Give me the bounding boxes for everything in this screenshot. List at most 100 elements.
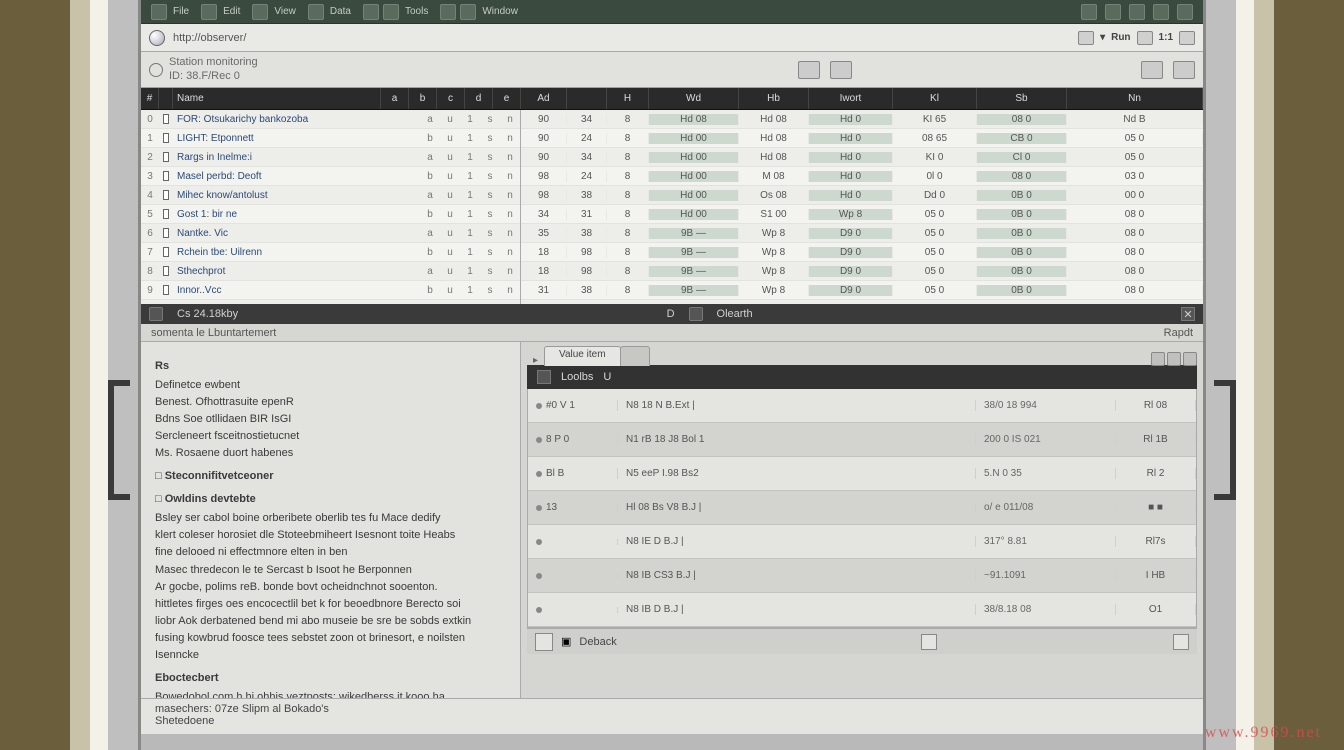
table-row[interactable]: 10selot Soosau1sn <box>141 300 520 304</box>
url-text[interactable]: http://observer/ <box>173 32 1070 44</box>
sep-icon[interactable] <box>149 307 163 321</box>
tray-icon[interactable] <box>1081 4 1097 20</box>
tray-icon[interactable] <box>1153 4 1169 20</box>
table-row[interactable]: 3Masel perbd: Deoftbu1sn <box>141 167 520 186</box>
tray-icon[interactable] <box>1129 4 1145 20</box>
col-wd[interactable]: Wd <box>649 88 739 109</box>
col-chk[interactable] <box>159 88 173 109</box>
col-d[interactable]: d <box>465 88 493 109</box>
table-row[interactable]: 34318Hd 00S1 00Wp 805 00B 008 0 <box>521 205 1203 224</box>
table-row[interactable]: 0FOR: Otsukarichy bankozobaau1sn <box>141 110 520 129</box>
table-row[interactable]: 4Mihec know/antolustau1sn <box>141 186 520 205</box>
edit-icon[interactable] <box>535 633 553 651</box>
row-checkbox[interactable] <box>159 266 173 276</box>
menu-view[interactable]: View <box>274 6 296 17</box>
col-iwort[interactable]: Iwort <box>809 88 893 109</box>
table-row[interactable]: 189889B —Wp 8D9 005 00B 008 0 <box>521 262 1203 281</box>
tray-icon[interactable] <box>1177 4 1193 20</box>
menubar-icon[interactable] <box>151 4 167 20</box>
toolbar-icon[interactable] <box>798 61 820 79</box>
tab-values[interactable]: Value item <box>544 346 621 366</box>
info-checkbox[interactable]: □ Steconnifitvetceoner <box>155 468 506 485</box>
table-row[interactable]: 1LIGHT: Etponnettbu1sn <box>141 129 520 148</box>
addr-action-icon[interactable] <box>1137 31 1153 45</box>
minimize-icon[interactable] <box>1151 352 1165 366</box>
menu-edit[interactable]: Edit <box>223 6 240 17</box>
menubar-icon[interactable] <box>252 4 268 20</box>
row-checkbox[interactable] <box>159 285 173 295</box>
col-kl[interactable]: Kl <box>893 88 977 109</box>
menubar-icon[interactable] <box>460 4 476 20</box>
addr-dropdown[interactable]: ▾ <box>1100 32 1105 43</box>
menu-tools[interactable]: Tools <box>405 6 428 17</box>
menu-window[interactable]: Window <box>482 6 518 17</box>
menubar-icon[interactable] <box>363 4 379 20</box>
zoom-label[interactable]: 1:1 <box>1159 32 1173 43</box>
status-action-icon[interactable] <box>921 634 937 650</box>
maximize-icon[interactable] <box>1167 352 1181 366</box>
table-row[interactable]: 5Gost 1: bir nebu1sn <box>141 205 520 224</box>
toolbar-icon[interactable] <box>1173 61 1195 79</box>
col-c[interactable]: c <box>437 88 465 109</box>
row-checkbox[interactable] <box>159 247 173 257</box>
row-checkbox[interactable] <box>159 152 173 162</box>
menu-data[interactable]: Data <box>330 6 351 17</box>
search-icon[interactable] <box>149 63 163 77</box>
table-row[interactable]: 353889B —Wp 8D9 005 00B 008 0 <box>521 224 1203 243</box>
table-row[interactable]: 189889B —Wp 8D9 005 00B 008 0 <box>521 243 1203 262</box>
tray-icon[interactable] <box>1105 4 1121 20</box>
col-e[interactable]: e <box>493 88 521 109</box>
detail-row[interactable]: 13Hl 08 Bs V8 B.J |o/ e 011/08■ ■ <box>528 491 1196 525</box>
sep-btn[interactable]: Olearth <box>717 308 753 320</box>
table-row[interactable]: 8Sthechprotau1sn <box>141 262 520 281</box>
table-row[interactable]: 90348Hd 08Hd 08Hd 0KI 6508 0Nd B <box>521 110 1203 129</box>
table-row[interactable]: 98388Hd 00Os 08Hd 0Dd 00B 000 0 <box>521 186 1203 205</box>
toolbar-icon[interactable] <box>830 61 852 79</box>
menubar-icon[interactable] <box>201 4 217 20</box>
menubar-icon[interactable] <box>440 4 456 20</box>
table-row[interactable]: 98248Hd 00M 08Hd 00l 008 003 0 <box>521 167 1203 186</box>
table-row[interactable]: 2Rargs in Inelme:iau1sn <box>141 148 520 167</box>
detail-row[interactable]: 8 P 0N1 rB 18 J8 Bol 1200 0 IS 021Rl 1B <box>528 423 1196 457</box>
row-checkbox[interactable] <box>159 209 173 219</box>
col-hb[interactable]: Hb <box>739 88 809 109</box>
detail-row[interactable]: #0 V 1N8 18 N B.Ext |38/0 18 994Rl 08 <box>528 389 1196 423</box>
table-row[interactable]: 6Nantke. Vicau1sn <box>141 224 520 243</box>
col-sb[interactable]: Sb <box>977 88 1067 109</box>
status-action-icon[interactable] <box>1173 634 1189 650</box>
col-ad[interactable]: Ad <box>521 88 567 109</box>
detail-row[interactable]: N8 IB D B.J |38/8.18 08O1 <box>528 593 1196 627</box>
detail-row[interactable]: N8 IE D B.J |317° 8.81Rl7s <box>528 525 1196 559</box>
addr-action-icon[interactable] <box>1078 31 1094 45</box>
col-nn[interactable]: Nn <box>1067 88 1203 109</box>
table-row[interactable]: 90348Hd 00Hd 08Hd 0KI 0Cl 005 0 <box>521 148 1203 167</box>
tab-blank[interactable] <box>620 346 650 366</box>
detail-row[interactable]: N8 IB CS3 B.J |~91.1091I HB <box>528 559 1196 593</box>
col-h[interactable]: H <box>607 88 649 109</box>
menubar-icon[interactable] <box>308 4 324 20</box>
addr-action-icon[interactable] <box>1179 31 1195 45</box>
menubar-icon[interactable] <box>383 4 399 20</box>
table-row[interactable]: 7Rchein tbe: Uilrennbu1sn <box>141 243 520 262</box>
row-checkbox[interactable] <box>159 228 173 238</box>
close-icon[interactable] <box>1183 352 1197 366</box>
col-sp[interactable] <box>567 88 607 109</box>
col-a[interactable]: a <box>381 88 409 109</box>
table-row[interactable]: 313889B —Wp 8D9 005 00B 008 0 <box>521 281 1203 300</box>
sep-icon[interactable] <box>689 307 703 321</box>
table-row[interactable]: 9Innor..Vccbu1sn <box>141 281 520 300</box>
run-button[interactable]: Run <box>1111 32 1130 43</box>
table-row[interactable]: 90248Hd 00Hd 08Hd 008 65CB 005 0 <box>521 129 1203 148</box>
close-icon[interactable]: ✕ <box>1181 307 1195 321</box>
info-checkbox[interactable]: □ Owldins devtebte <box>155 491 506 508</box>
row-checkbox[interactable] <box>159 171 173 181</box>
col-idx[interactable]: # <box>141 88 159 109</box>
col-name[interactable]: Name <box>173 88 381 109</box>
row-checkbox[interactable] <box>159 190 173 200</box>
menu-file[interactable]: File <box>173 6 189 17</box>
detail-row[interactable]: Bl BN5 eeP I.98 Bs25.N 0 35Rl 2 <box>528 457 1196 491</box>
row-checkbox[interactable] <box>159 133 173 143</box>
row-checkbox[interactable] <box>159 114 173 124</box>
toolbar-icon[interactable] <box>1141 61 1163 79</box>
col-b[interactable]: b <box>409 88 437 109</box>
